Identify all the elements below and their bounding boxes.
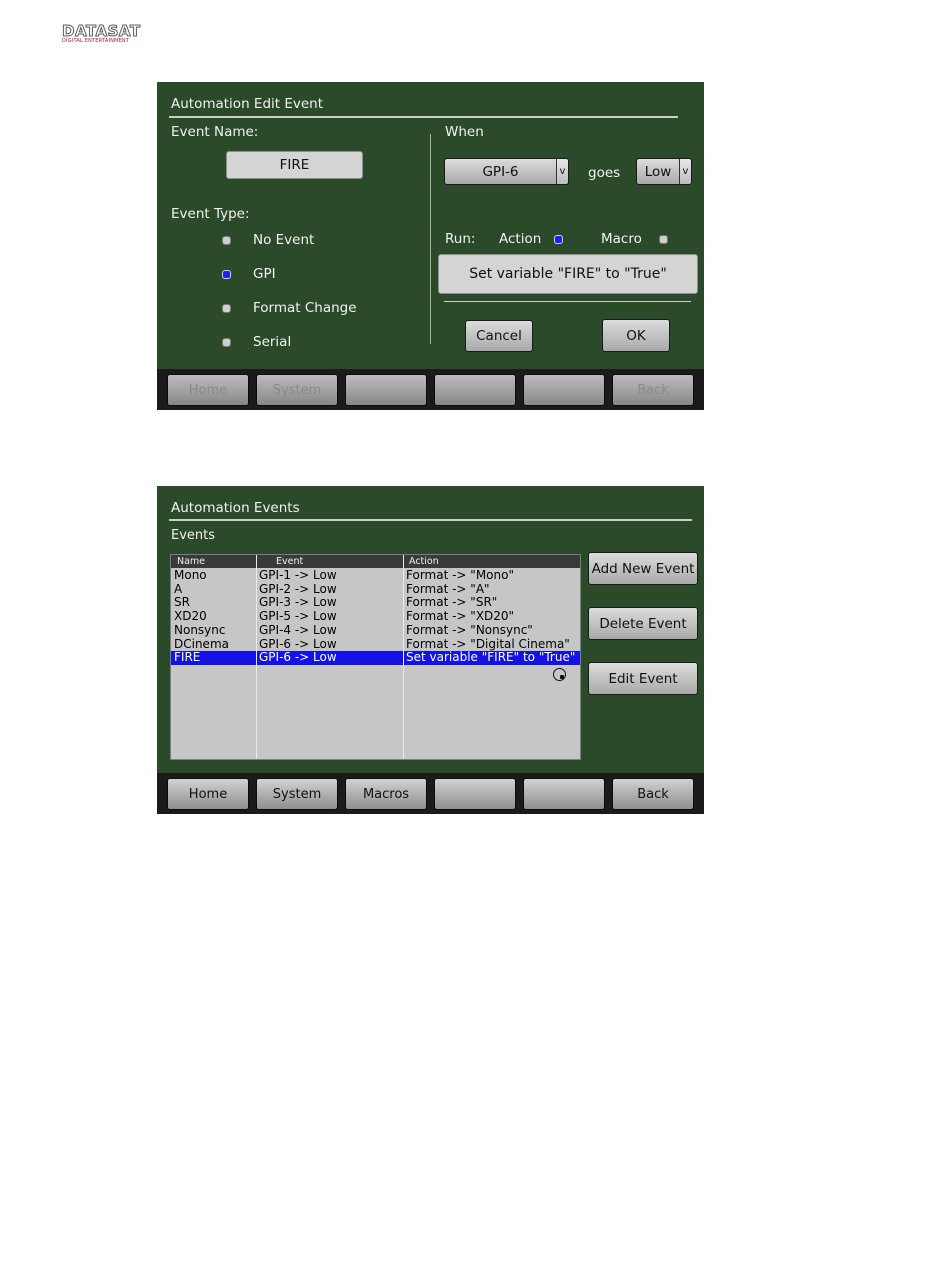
cell-event: GPI-6 -> Low xyxy=(259,650,337,665)
cell-action: Set variable "FIRE" to "True" xyxy=(406,650,576,665)
table-row[interactable]: DCinema GPI-6 -> Low Format -> "Digital Ci… xyxy=(171,636,580,652)
cell-event: GPI-5 -> Low xyxy=(259,609,337,624)
table-row[interactable]: SR GPI-3 -> Low Format -> "SR" xyxy=(171,596,580,610)
nav-button-blank-3[interactable] xyxy=(434,778,516,810)
run-action-radio[interactable] xyxy=(554,235,563,244)
edit-event-button[interactable]: Edit Event xyxy=(588,662,698,695)
event-type-label: Event Type: xyxy=(171,206,250,222)
table-row[interactable]: Nonsync GPI-4 -> Low Format -> "Nonsync" xyxy=(171,622,580,638)
event-type-radio[interactable] xyxy=(222,338,231,347)
action-text-field[interactable]: Set variable "FIRE" to "True" xyxy=(438,254,698,294)
cell-event: GPI-3 -> Low xyxy=(259,595,337,610)
nav-button-blank-3[interactable] xyxy=(434,374,516,406)
cell-event: GPI-4 -> Low xyxy=(259,622,337,637)
screen-title: Automation Edit Event xyxy=(171,96,324,112)
column-divider xyxy=(256,555,257,759)
nav-button-blank-2[interactable] xyxy=(345,374,427,406)
level-select-value: Low xyxy=(644,163,672,180)
title-rule xyxy=(169,116,678,118)
nav-button-home[interactable]: Home xyxy=(167,374,249,406)
event-type-label-item: Format Change xyxy=(253,300,357,316)
automation-events-screen: Automation Events Events Name Event Acti… xyxy=(157,486,704,814)
table-row[interactable]: XD20 GPI-5 -> Low Format -> "XD20" xyxy=(171,609,580,624)
cell-name: Mono xyxy=(174,568,207,582)
goes-label: goes xyxy=(588,165,621,181)
cell-name: SR xyxy=(174,595,190,610)
cell-action: Format -> "SR" xyxy=(406,595,498,610)
run-action-label: Action xyxy=(499,231,542,247)
touch-cursor-icon xyxy=(553,668,566,681)
automation-edit-event-screen: Automation Edit Event Event Name: FIRE E… xyxy=(157,82,704,410)
events-section-label: Events xyxy=(171,528,216,543)
table-header: Name Event Action xyxy=(171,555,580,568)
nav-button-blank-4[interactable] xyxy=(523,778,605,810)
table-row[interactable]: FIRE GPI-6 -> Low Set variable "FIRE" to "… xyxy=(171,650,580,665)
logo-wordmark: DATASAT xyxy=(62,22,141,40)
cell-event: GPI-2 -> Low xyxy=(259,581,337,596)
cell-action: Format -> "Digital Cinema" xyxy=(406,636,570,651)
screen-title: Automation Events xyxy=(171,500,300,516)
run-label: Run: xyxy=(445,231,476,247)
level-select[interactable]: Low v xyxy=(636,158,692,185)
event-type-label-item: Serial xyxy=(253,334,292,350)
gpi-select-value: GPI-6 xyxy=(482,163,519,180)
nav-button-macros[interactable]: Macros xyxy=(345,778,427,810)
chevron-down-icon: v xyxy=(679,159,691,184)
action-rule xyxy=(444,301,691,302)
cell-name: XD20 xyxy=(174,609,207,624)
column-header-action[interactable]: Action xyxy=(409,555,439,568)
cell-event: GPI-6 -> Low xyxy=(259,636,337,651)
events-table[interactable]: Name Event Action Mono GPI-1 -> Low Format… xyxy=(170,554,581,760)
run-macro-radio[interactable] xyxy=(659,235,668,244)
gpi-select[interactable]: GPI-6 v xyxy=(444,158,569,185)
event-type-radio[interactable] xyxy=(222,236,231,245)
column-header-name[interactable]: Name xyxy=(177,555,205,568)
event-type-radio[interactable] xyxy=(222,304,231,313)
event-type-radio[interactable] xyxy=(222,270,231,279)
nav-button-back[interactable]: Back xyxy=(612,374,694,406)
nav-button-back[interactable]: Back xyxy=(612,778,694,810)
bottom-nav-bar: Home System Macros Back xyxy=(157,773,704,814)
datasat-logo: DATASAT DIGITAL ENTERTAINMENT xyxy=(62,22,152,44)
cell-name: Nonsync xyxy=(174,622,226,637)
chevron-down-icon: v xyxy=(556,159,568,184)
nav-button-system[interactable]: System xyxy=(256,778,338,810)
nav-button-home[interactable]: Home xyxy=(167,778,249,810)
nav-button-system[interactable]: System xyxy=(256,374,338,406)
column-header-event[interactable]: Event xyxy=(276,555,303,568)
cell-name: A xyxy=(174,581,183,596)
add-new-event-button[interactable]: Add New Event xyxy=(588,552,698,585)
event-type-label-item: No Event xyxy=(253,232,315,248)
when-label: When xyxy=(445,124,484,140)
ok-button[interactable]: OK xyxy=(602,319,670,352)
title-rule xyxy=(169,519,692,521)
table-row[interactable]: A GPI-2 -> Low Format -> "A" xyxy=(171,581,580,597)
cancel-button[interactable]: Cancel xyxy=(465,320,533,352)
event-name-field[interactable]: FIRE xyxy=(226,151,363,179)
column-divider xyxy=(403,555,404,759)
cell-event: GPI-1 -> Low xyxy=(259,568,337,582)
nav-button-blank-4[interactable] xyxy=(523,374,605,406)
table-row[interactable]: Mono GPI-1 -> Low Format -> "Mono" xyxy=(171,568,580,583)
cell-name: DCinema xyxy=(174,636,229,651)
column-divider xyxy=(430,134,431,344)
event-name-label: Event Name: xyxy=(171,124,259,140)
bottom-nav-bar: Home System Back xyxy=(157,369,704,410)
cell-action: Format -> "Mono" xyxy=(406,568,514,582)
cell-name: FIRE xyxy=(174,650,201,665)
run-macro-label: Macro xyxy=(601,231,642,247)
cell-action: Format -> "XD20" xyxy=(406,609,515,624)
cell-action: Format -> "A" xyxy=(406,581,490,596)
delete-event-button[interactable]: Delete Event xyxy=(588,607,698,640)
cell-action: Format -> "Nonsync" xyxy=(406,622,533,637)
event-type-label-item: GPI xyxy=(253,266,276,282)
